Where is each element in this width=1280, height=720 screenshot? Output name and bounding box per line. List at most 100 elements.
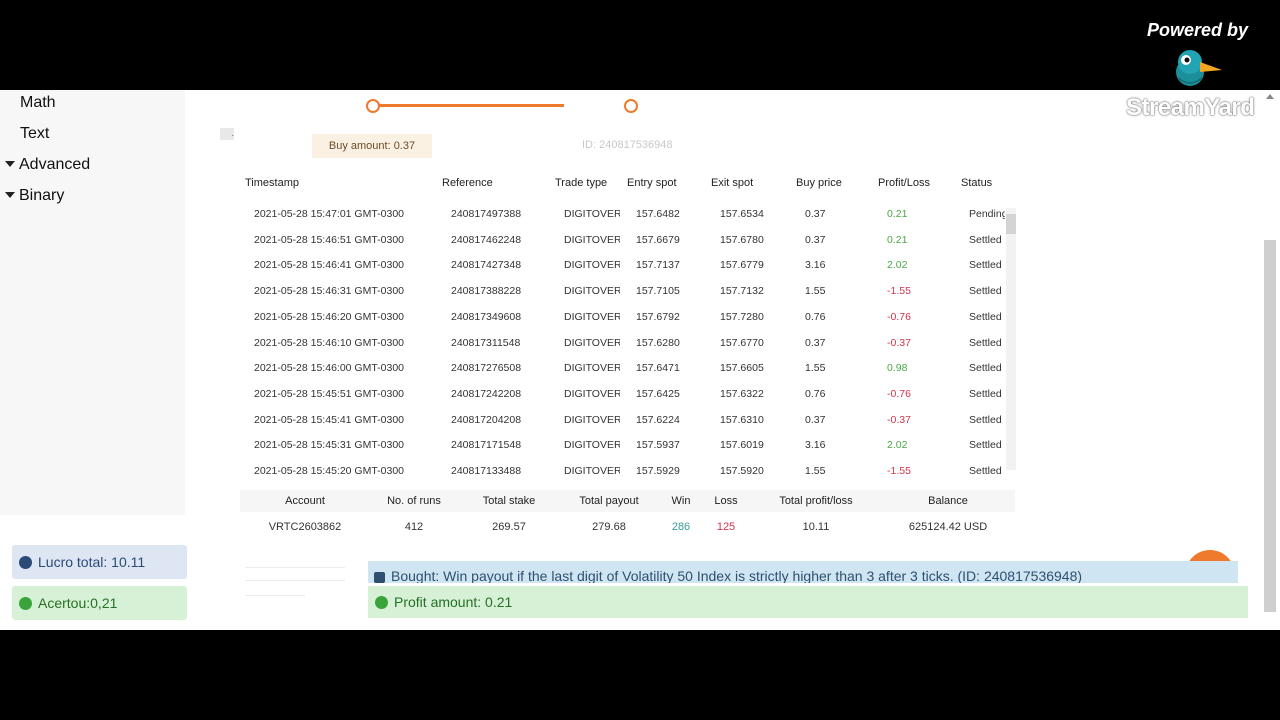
cell-timestamp: 2021-05-28 15:46:10 GMT-0300 (254, 336, 405, 349)
divider (245, 580, 345, 581)
cell-buy-price: 3.16 (805, 259, 826, 272)
profit-amount-text: Profit amount: 0.21 (394, 594, 513, 610)
check-circle-icon (375, 596, 388, 609)
toolbox-item-advanced[interactable]: Advanced (5, 156, 90, 174)
expand-triangle-icon[interactable] (5, 192, 15, 198)
cell-exit-spot: 157.6779 (720, 259, 764, 272)
cell-reference: 240817276508 (451, 362, 522, 375)
cell-exit-spot: 157.6019 (720, 439, 764, 452)
cell-reference: 240817204208 (451, 413, 522, 426)
cell-reference: 240817349608 (451, 310, 522, 323)
cell-trade-type: DIGITOVER (564, 233, 620, 246)
cell-profit-loss: 0.21 (887, 233, 908, 246)
cell-buy-price: 1.55 (805, 465, 826, 474)
check-circle-icon (19, 597, 32, 610)
cell-exit-spot: 157.7132 (720, 285, 764, 298)
cell-trade-type: DIGITOVER (564, 259, 620, 272)
cell-entry-spot: 157.6471 (636, 362, 680, 375)
toolbox-item-label: Advanced (19, 156, 91, 173)
cell-timestamp: 2021-05-28 15:46:00 GMT-0300 (254, 362, 405, 375)
cell-buy-price: 0.76 (805, 310, 826, 323)
cell-trade-type: DIGITOVER (564, 413, 620, 426)
summary-runs: 412 (404, 521, 424, 533)
transactions-scrollbar-thumb[interactable] (1006, 214, 1016, 234)
summary-header-account: Account (285, 495, 325, 507)
table-row[interactable]: 2021-05-28 15:45:20 GMT-0300 240817133488… (240, 459, 1010, 474)
slider-handle-right[interactable] (624, 99, 638, 113)
summary-header-win: Win (671, 495, 691, 507)
cell-timestamp: 2021-05-28 15:46:20 GMT-0300 (254, 310, 405, 323)
cell-entry-spot: 157.7105 (636, 285, 680, 298)
win-notification: Acertou:0,21 (12, 586, 187, 620)
transactions-scrollbar[interactable] (1006, 208, 1016, 470)
cell-status: Settled (969, 362, 1002, 375)
summary-header-total-profit-loss: Total profit/loss (779, 495, 853, 507)
table-row[interactable]: 2021-05-28 15:45:41 GMT-0300 240817204208… (240, 408, 1010, 433)
cell-trade-type: DIGITOVER (564, 208, 620, 220)
cell-status: Settled (969, 285, 1002, 298)
summary-table-row: VRTC2603862 412 269.57 279.68 286 125 10… (240, 516, 1015, 538)
toolbox-item-binary[interactable]: Binary (5, 187, 64, 205)
table-row[interactable]: 2021-05-28 15:45:51 GMT-0300 240817242208… (240, 382, 1010, 407)
column-header-trade-type: Trade type (555, 177, 608, 189)
cell-profit-loss: -0.37 (887, 336, 911, 349)
powered-by-label: Powered by (1146, 20, 1248, 40)
cell-exit-spot: 157.6534 (720, 208, 764, 220)
bought-notification-text: Bought: Win payout if the last digit of … (391, 568, 1083, 583)
summary-table-header: Account No. of runs Total stake Total pa… (240, 490, 1015, 512)
cell-profit-loss: 2.02 (887, 259, 908, 272)
toolbox-item-label: Text (20, 125, 50, 142)
cell-trade-type: DIGITOVER (564, 285, 620, 298)
cell-status: Pending (969, 208, 1005, 220)
cell-reference: 240817427348 (451, 259, 522, 272)
cell-entry-spot: 157.6482 (636, 208, 680, 220)
slider-handle-left[interactable] (366, 99, 380, 113)
cell-profit-loss: -0.37 (887, 413, 911, 426)
transactions-table-body[interactable]: 2021-05-28 15:47:01 GMT-0300 240817497388… (240, 202, 1020, 474)
cell-timestamp: 2021-05-28 15:46:41 GMT-0300 (254, 259, 405, 272)
profit-amount-notification: Profit amount: 0.21 (368, 586, 1248, 618)
cell-status: Settled (969, 233, 1002, 246)
cell-timestamp: 2021-05-28 15:46:31 GMT-0300 (254, 285, 405, 298)
cell-entry-spot: 157.5937 (636, 439, 680, 452)
table-row[interactable]: 2021-05-28 15:46:20 GMT-0300 240817349608… (240, 305, 1010, 330)
faded-contract-id: ID: 240817536948 (582, 139, 673, 151)
table-row[interactable]: 2021-05-28 15:46:51 GMT-0300 240817462248… (240, 228, 1010, 253)
toolbox-item-text[interactable]: Text (20, 125, 49, 143)
divider (245, 567, 345, 568)
table-row[interactable]: 2021-05-28 15:47:01 GMT-0300 240817497388… (240, 202, 1010, 227)
toolbox-panel: Math Text Advanced Binary (0, 90, 185, 515)
table-row[interactable]: 2021-05-28 15:45:31 GMT-0300 240817171548… (240, 433, 1010, 458)
table-row[interactable]: 2021-05-28 15:46:10 GMT-0300 240817311548… (240, 331, 1010, 356)
table-row[interactable]: 2021-05-28 15:46:00 GMT-0300 240817276508… (240, 356, 1010, 381)
divider (245, 595, 305, 596)
expand-triangle-icon[interactable] (5, 161, 15, 167)
toolbox-item-math[interactable]: Math (20, 94, 56, 112)
summary-win: 286 (671, 521, 691, 533)
cell-status: Settled (969, 465, 1002, 474)
screen-share-area: Math Text Advanced Binary StreamYard . B… (0, 90, 1280, 630)
slider-track[interactable] (372, 104, 564, 107)
column-header-exit-spot: Exit spot (711, 177, 754, 189)
panel-handle[interactable]: . (220, 128, 234, 140)
cell-status: Settled (969, 439, 1002, 452)
scroll-up-arrow-icon[interactable] (1266, 94, 1274, 99)
page-scrollbar[interactable] (1264, 240, 1276, 612)
cell-exit-spot: 157.5920 (720, 465, 764, 474)
summary-header-loss: Loss (714, 495, 738, 507)
summary-total-payout: 279.68 (592, 521, 626, 533)
streamyard-watermark: StreamYard (1126, 94, 1255, 121)
cell-entry-spot: 157.6679 (636, 233, 680, 246)
cell-timestamp: 2021-05-28 15:45:51 GMT-0300 (254, 387, 405, 400)
table-row[interactable]: 2021-05-28 15:46:31 GMT-0300 240817388228… (240, 279, 1010, 304)
cell-reference: 240817133488 (451, 465, 522, 474)
cell-buy-price: 0.37 (805, 413, 826, 426)
cell-timestamp: 2021-05-28 15:45:20 GMT-0300 (254, 465, 405, 474)
cell-exit-spot: 157.6322 (720, 387, 764, 400)
column-header-reference: Reference (442, 177, 493, 189)
cell-reference: 240817388228 (451, 285, 522, 298)
cell-exit-spot: 157.6770 (720, 336, 764, 349)
table-row[interactable]: 2021-05-28 15:46:41 GMT-0300 240817427348… (240, 253, 1010, 278)
cell-timestamp: 2021-05-28 15:47:01 GMT-0300 (254, 208, 405, 220)
column-header-profit-loss: Profit/Loss (878, 177, 930, 189)
